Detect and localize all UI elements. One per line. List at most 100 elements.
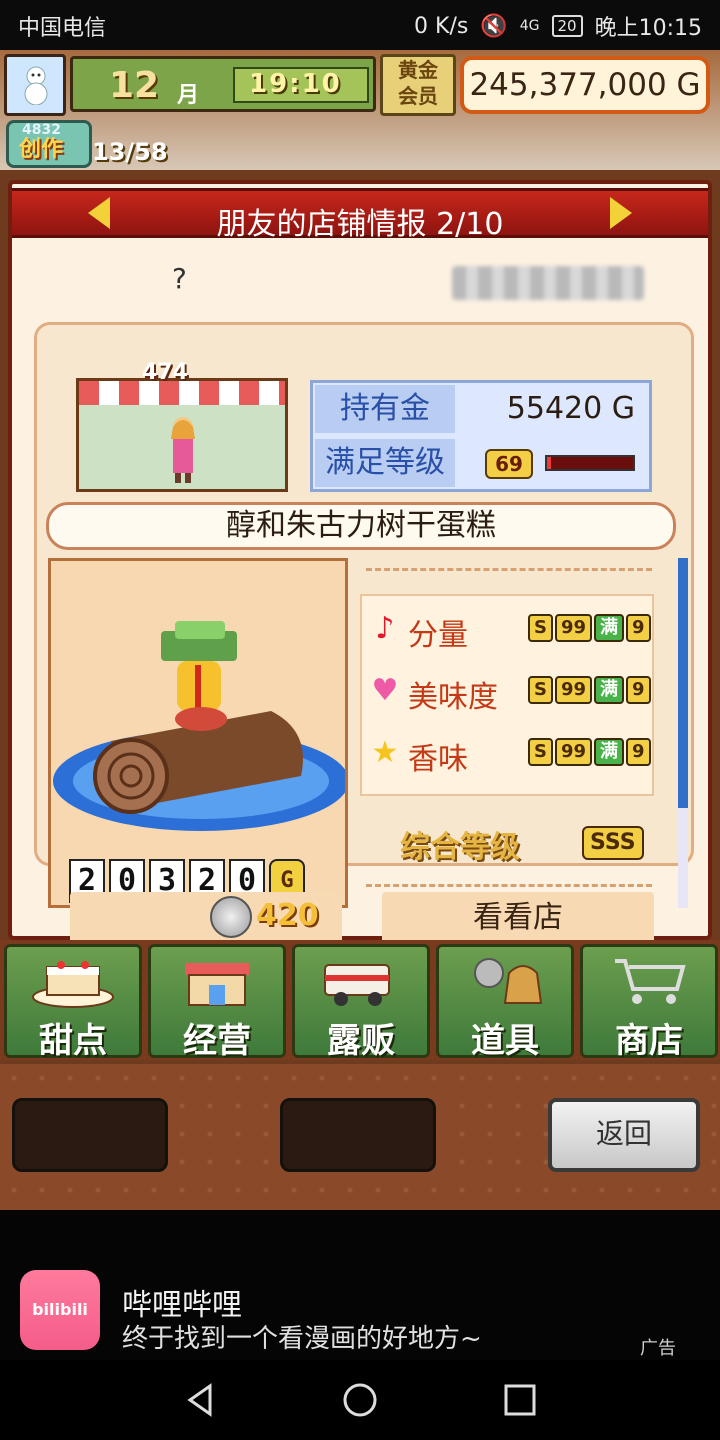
carrier-label: 中国电信 (18, 16, 107, 41)
navigation-bar (0, 1360, 720, 1440)
divider (366, 884, 652, 887)
date-time-bar: 12 月 19:10 (70, 56, 376, 112)
coin-button[interactable]: 420 (70, 892, 342, 944)
food-truck-icon (324, 964, 390, 1006)
menu-food-truck[interactable]: 露贩 (292, 944, 430, 1061)
attribute-label: 分量 (408, 618, 468, 653)
satisfaction-bar-fill (547, 457, 552, 469)
cake-icon (32, 961, 114, 1008)
grade-tag: 满 (594, 738, 625, 766)
menu-items[interactable]: 道具 (436, 944, 574, 1061)
money-display: 245,377,000 G (460, 56, 710, 114)
menu-label: 甜点 (39, 1021, 107, 1061)
net-speed: 0 K/s (414, 13, 469, 39)
shop-icon (185, 963, 249, 1006)
log-cake-icon (53, 621, 345, 831)
unknown-mark: ? (172, 262, 187, 295)
battery-icon: 20 (551, 15, 583, 37)
attribute-grade: S 99 满 9 (528, 738, 651, 766)
ad-tag: 广告 (640, 1338, 676, 1359)
overall-label: 综合等级 (400, 830, 520, 865)
back-triangle-icon[interactable] (180, 1380, 220, 1420)
grade-tag: 满 (594, 676, 625, 704)
overall-grade: SSS (582, 826, 644, 860)
satisfaction-bar (545, 455, 635, 471)
attribute-grade: S 99 满 9 (528, 614, 651, 642)
satisfaction-level: 69 (485, 449, 533, 479)
medal-coin-icon (210, 896, 252, 938)
game-time: 19:10 (249, 69, 342, 99)
attribute-row-volume: ♪ 分量 S 99 满 9 (368, 600, 658, 660)
main-menu: 甜点 经营 露贩 道具 商店 (0, 940, 720, 1061)
friend-name-blurred (452, 266, 644, 300)
status-bar: 中国电信 0 K/s 🔇 4G 20 晚上10:15 (0, 0, 720, 50)
menu-label: 经营 (183, 1021, 251, 1061)
gold-member-line2: 会员 (398, 84, 438, 108)
create-count: 13/58 (92, 138, 168, 166)
empty-slot (12, 1098, 168, 1172)
attribute-grade: S 99 满 9 (528, 676, 651, 704)
attribute-box: ♪ 分量 S 99 满 9 ♥ 美味度 S 99 满 9 ★ 香味 S 99 满… (360, 594, 654, 796)
divider (366, 568, 652, 571)
grade-prefix: S (528, 676, 553, 704)
empty-slot (280, 1098, 436, 1172)
grade-mid: 99 (554, 614, 593, 642)
cake-preview: 2 0 3 2 0 G (48, 558, 348, 908)
recents-square-icon[interactable] (500, 1380, 540, 1420)
friend-shop-dialog: 朋友的店铺情报 2/10 ? 474 持有金 55420 G 满足等级 69 醇… (8, 180, 712, 944)
home-circle-icon[interactable] (340, 1380, 380, 1420)
money-stat-label: 持有金 (315, 385, 455, 433)
visit-shop-button[interactable]: 看看店 (382, 892, 654, 944)
money-stat-value: 55420 G (506, 391, 635, 426)
recipe-name: 醇和朱古力树干蛋糕 (46, 502, 676, 550)
grade-prefix: S (528, 738, 553, 766)
cart-icon (615, 959, 686, 1004)
shop-thumbnail[interactable] (76, 378, 288, 492)
money-stat-row: 持有金 55420 G (315, 385, 647, 435)
player-avatar[interactable] (4, 54, 66, 116)
attribute-label: 香味 (408, 742, 468, 777)
attribute-row-aroma: ★ 香味 S 99 满 9 (368, 724, 658, 784)
grade-end: 9 (626, 738, 651, 766)
shopkeeper-icon (171, 417, 195, 483)
create-small-number: 4832 (22, 122, 61, 138)
menu-dessert[interactable]: 甜点 (4, 944, 142, 1061)
attribute-row-taste: ♥ 美味度 S 99 满 9 (368, 662, 658, 722)
menu-label: 商店 (615, 1021, 683, 1061)
menu-label: 露贩 (327, 1021, 395, 1061)
signal-icon: 4G (519, 18, 540, 34)
month-unit: 月 (177, 83, 200, 108)
grade-mid: 99 (554, 676, 593, 704)
shop-rank: 474 (142, 360, 188, 385)
ad-banner[interactable]: bilibili 哔哩哔哩 终于找到一个看漫画的好地方~ 广告 (0, 1210, 720, 1360)
back-button[interactable]: 返回 (548, 1098, 700, 1172)
scrollbar-thumb[interactable] (678, 558, 688, 808)
dialog-header: 朋友的店铺情报 2/10 (12, 188, 708, 242)
next-arrow-icon[interactable] (610, 197, 632, 229)
attribute-panel: ♪ 分量 S 99 满 9 ♥ 美味度 S 99 满 9 ★ 香味 S 99 满… (360, 558, 688, 908)
month-number: 12 (109, 65, 160, 106)
grade-end: 9 (626, 676, 651, 704)
scrollbar[interactable] (678, 558, 688, 908)
shop-stats-box: 持有金 55420 G 满足等级 69 (310, 380, 652, 492)
grade-tag: 满 (594, 614, 625, 642)
attribute-label: 美味度 (408, 680, 498, 715)
clock: 晚上10:15 (594, 16, 702, 41)
grade-end: 9 (626, 614, 651, 642)
star-icon: ★ (371, 735, 399, 770)
mute-icon: 🔇 (480, 13, 508, 39)
dialog-title: 朋友的店铺情报 2/10 (216, 207, 504, 242)
grade-mid: 99 (554, 738, 593, 766)
gold-member-badge[interactable]: 黄金 会员 (380, 54, 456, 116)
gold-member-line1: 黄金 (398, 58, 438, 82)
music-note-icon: ♪ (375, 611, 395, 646)
menu-management[interactable]: 经营 (148, 944, 286, 1061)
lower-panel: 返回 (0, 1064, 720, 1210)
game-screen: 12 月 19:10 黄金 会员 245,377,000 G 创作 4832 1… (0, 50, 720, 1210)
ad-subtitle[interactable]: 终于找到一个看漫画的好地方~ (122, 1318, 482, 1355)
menu-store[interactable]: 商店 (580, 944, 718, 1061)
snowman-icon (24, 66, 48, 105)
satisfaction-stat-label: 满足等级 (315, 439, 455, 487)
bilibili-logo[interactable]: bilibili (20, 1270, 100, 1350)
grade-prefix: S (528, 614, 553, 642)
